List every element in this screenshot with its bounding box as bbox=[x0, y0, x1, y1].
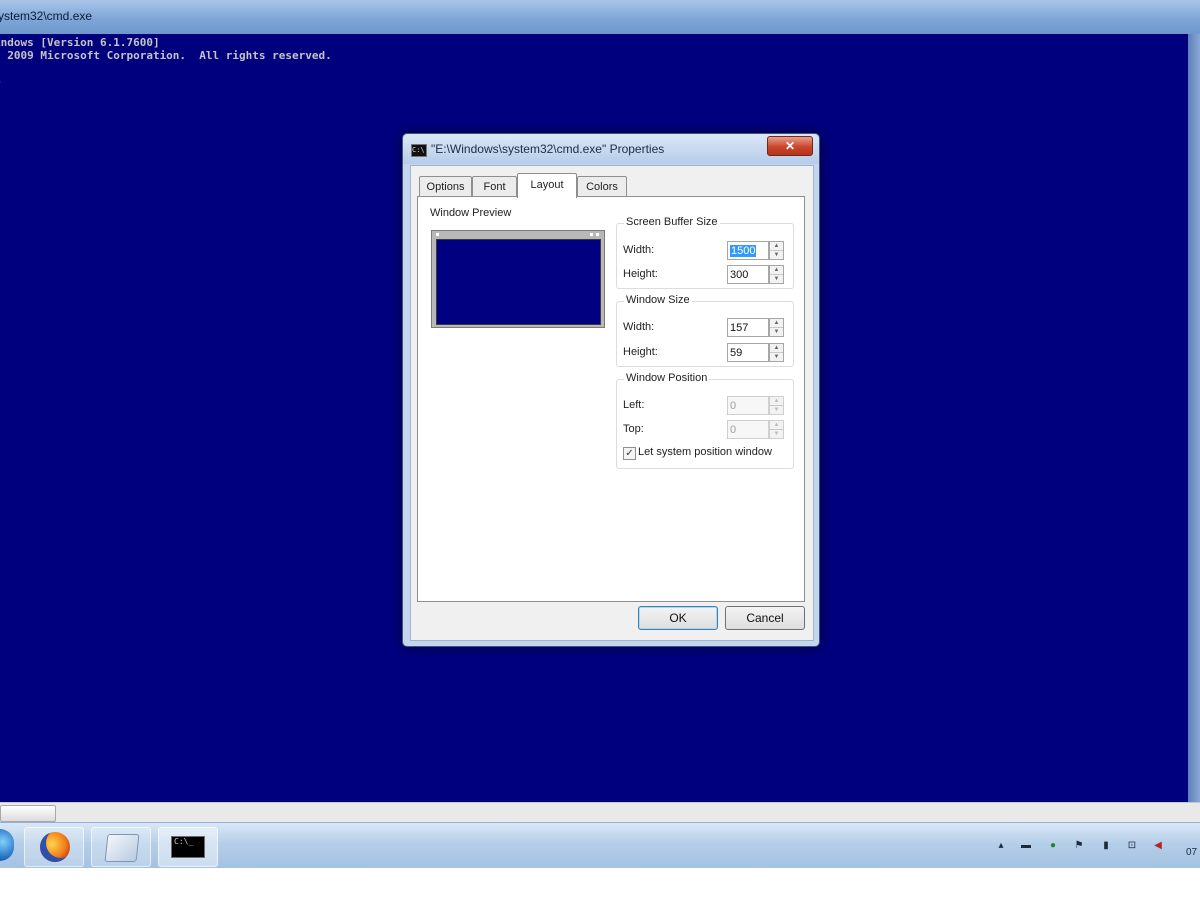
tab-layout[interactable]: Layout bbox=[517, 173, 577, 198]
firefox-icon bbox=[40, 832, 70, 862]
console-titlebar[interactable]: ystem32\cmd.exe bbox=[0, 0, 1200, 34]
security-icon[interactable]: ● bbox=[1047, 840, 1059, 851]
position-left-label: Left: bbox=[623, 399, 645, 411]
console-line: indows [Version 6.1.7600] bbox=[0, 36, 160, 49]
console-horizontal-scrollbar[interactable] bbox=[0, 802, 1200, 822]
cmd-window-icon: C:\ bbox=[411, 144, 427, 157]
screen-buffer-size-group: Screen Buffer Size Width: 1500 ▲ ▼ Heigh… bbox=[616, 216, 794, 289]
taskbar-explorer[interactable] bbox=[91, 827, 151, 867]
dialog-titlebar[interactable]: C:\ "E:\Windows\system32\cmd.exe" Proper… bbox=[403, 134, 819, 164]
taskbar-firefox[interactable] bbox=[24, 827, 84, 867]
window-preview bbox=[431, 230, 605, 328]
action-center-flag-icon[interactable]: ⚑ bbox=[1073, 840, 1085, 851]
taskbar-command-prompt[interactable]: C:\_ bbox=[158, 827, 218, 867]
buffer-width-spinner[interactable]: ▲ ▼ bbox=[769, 241, 784, 260]
show-hidden-icons-button[interactable]: ▴ bbox=[995, 840, 1007, 851]
window-preview-label: Window Preview bbox=[430, 207, 512, 219]
ok-button[interactable]: OK bbox=[638, 606, 718, 630]
console-output[interactable]: indows [Version 6.1.7600] ) 2009 Microso… bbox=[0, 36, 332, 88]
dialog-body: Options Font Layout Colors Window Previe… bbox=[410, 165, 814, 641]
spin-down-icon[interactable]: ▼ bbox=[770, 328, 783, 336]
spin-up-icon[interactable]: ▲ bbox=[770, 397, 783, 406]
preview-dot bbox=[436, 233, 439, 236]
screen-bottom-border bbox=[0, 868, 1200, 900]
let-system-position-label[interactable]: Let system position window bbox=[638, 446, 772, 458]
spin-up-icon[interactable]: ▲ bbox=[770, 344, 783, 353]
taskbar: C:\_ ▴ ▬ ● ⚑ ▮ ⊡ ◀ 07 bbox=[0, 822, 1200, 869]
buffer-height-input[interactable]: 300 bbox=[727, 265, 769, 284]
spin-up-icon[interactable]: ▲ bbox=[770, 266, 783, 275]
buffer-width-input[interactable]: 1500 bbox=[727, 241, 769, 260]
window-height-spinner[interactable]: ▲ ▼ bbox=[769, 343, 784, 362]
let-system-position-checkbox[interactable]: ✓ bbox=[623, 447, 636, 460]
tab-colors[interactable]: Colors bbox=[577, 176, 627, 197]
position-top-spinner[interactable]: ▲ ▼ bbox=[769, 420, 784, 439]
keyboard-icon[interactable]: ▬ bbox=[1020, 840, 1032, 851]
preview-screen bbox=[436, 239, 601, 325]
console-vertical-scrollbar[interactable] bbox=[1188, 34, 1200, 802]
spin-down-icon[interactable]: ▼ bbox=[770, 251, 783, 259]
close-button[interactable]: ✕ bbox=[767, 136, 813, 156]
tab-options[interactable]: Options bbox=[419, 176, 472, 197]
window-position-group: Window Position Left: 0 ▲ ▼ Top: 0 ▲ ▼ ✓… bbox=[616, 372, 794, 469]
buffer-width-value: 1500 bbox=[730, 245, 757, 257]
windows-explorer-icon bbox=[104, 834, 140, 862]
volume-muted-icon[interactable]: ◀ bbox=[1152, 840, 1164, 851]
buffer-height-label: Height: bbox=[623, 268, 658, 280]
spin-down-icon[interactable]: ▼ bbox=[770, 353, 783, 361]
start-button[interactable] bbox=[0, 829, 14, 861]
cancel-button[interactable]: Cancel bbox=[725, 606, 805, 630]
position-top-input[interactable]: 0 bbox=[727, 420, 769, 439]
tray-clock[interactable]: 07 bbox=[1186, 847, 1197, 858]
buffer-width-label: Width: bbox=[623, 244, 655, 256]
console-line: ) 2009 Microsoft Corporation. All rights… bbox=[0, 49, 332, 62]
scrollbar-thumb[interactable] bbox=[0, 805, 56, 822]
spin-up-icon[interactable]: ▲ bbox=[770, 421, 783, 430]
position-top-label: Top: bbox=[623, 423, 644, 435]
properties-dialog: C:\ "E:\Windows\system32\cmd.exe" Proper… bbox=[402, 133, 820, 647]
group-title: Window Position bbox=[624, 372, 710, 384]
spin-down-icon[interactable]: ▼ bbox=[770, 406, 783, 414]
preview-dot bbox=[590, 233, 593, 236]
window-width-input[interactable]: 157 bbox=[727, 318, 769, 337]
group-title: Window Size bbox=[624, 294, 692, 306]
window-height-label: Height: bbox=[623, 346, 658, 358]
group-title: Screen Buffer Size bbox=[624, 216, 720, 228]
tab-font[interactable]: Font bbox=[472, 176, 517, 197]
preview-dot bbox=[596, 233, 599, 236]
spin-up-icon[interactable]: ▲ bbox=[770, 242, 783, 251]
layout-tab-panel: Window Preview Screen Buffer Size Width:… bbox=[417, 196, 805, 602]
dialog-title: "E:\Windows\system32\cmd.exe" Properties bbox=[431, 142, 665, 156]
console-title: ystem32\cmd.exe bbox=[0, 9, 93, 23]
spin-down-icon[interactable]: ▼ bbox=[770, 430, 783, 438]
window-size-group: Window Size Width: 157 ▲ ▼ Height: 59 ▲ … bbox=[616, 294, 794, 367]
buffer-height-spinner[interactable]: ▲ ▼ bbox=[769, 265, 784, 284]
device-icon[interactable]: ▮ bbox=[1100, 840, 1112, 851]
spin-down-icon[interactable]: ▼ bbox=[770, 275, 783, 283]
network-icon[interactable]: ⊡ bbox=[1126, 840, 1138, 851]
console-prompt: > bbox=[0, 75, 1, 88]
position-left-spinner[interactable]: ▲ ▼ bbox=[769, 396, 784, 415]
window-width-label: Width: bbox=[623, 321, 655, 333]
window-height-input[interactable]: 59 bbox=[727, 343, 769, 362]
position-left-input[interactable]: 0 bbox=[727, 396, 769, 415]
window-width-spinner[interactable]: ▲ ▼ bbox=[769, 318, 784, 337]
command-prompt-icon: C:\_ bbox=[171, 836, 205, 858]
spin-up-icon[interactable]: ▲ bbox=[770, 319, 783, 328]
